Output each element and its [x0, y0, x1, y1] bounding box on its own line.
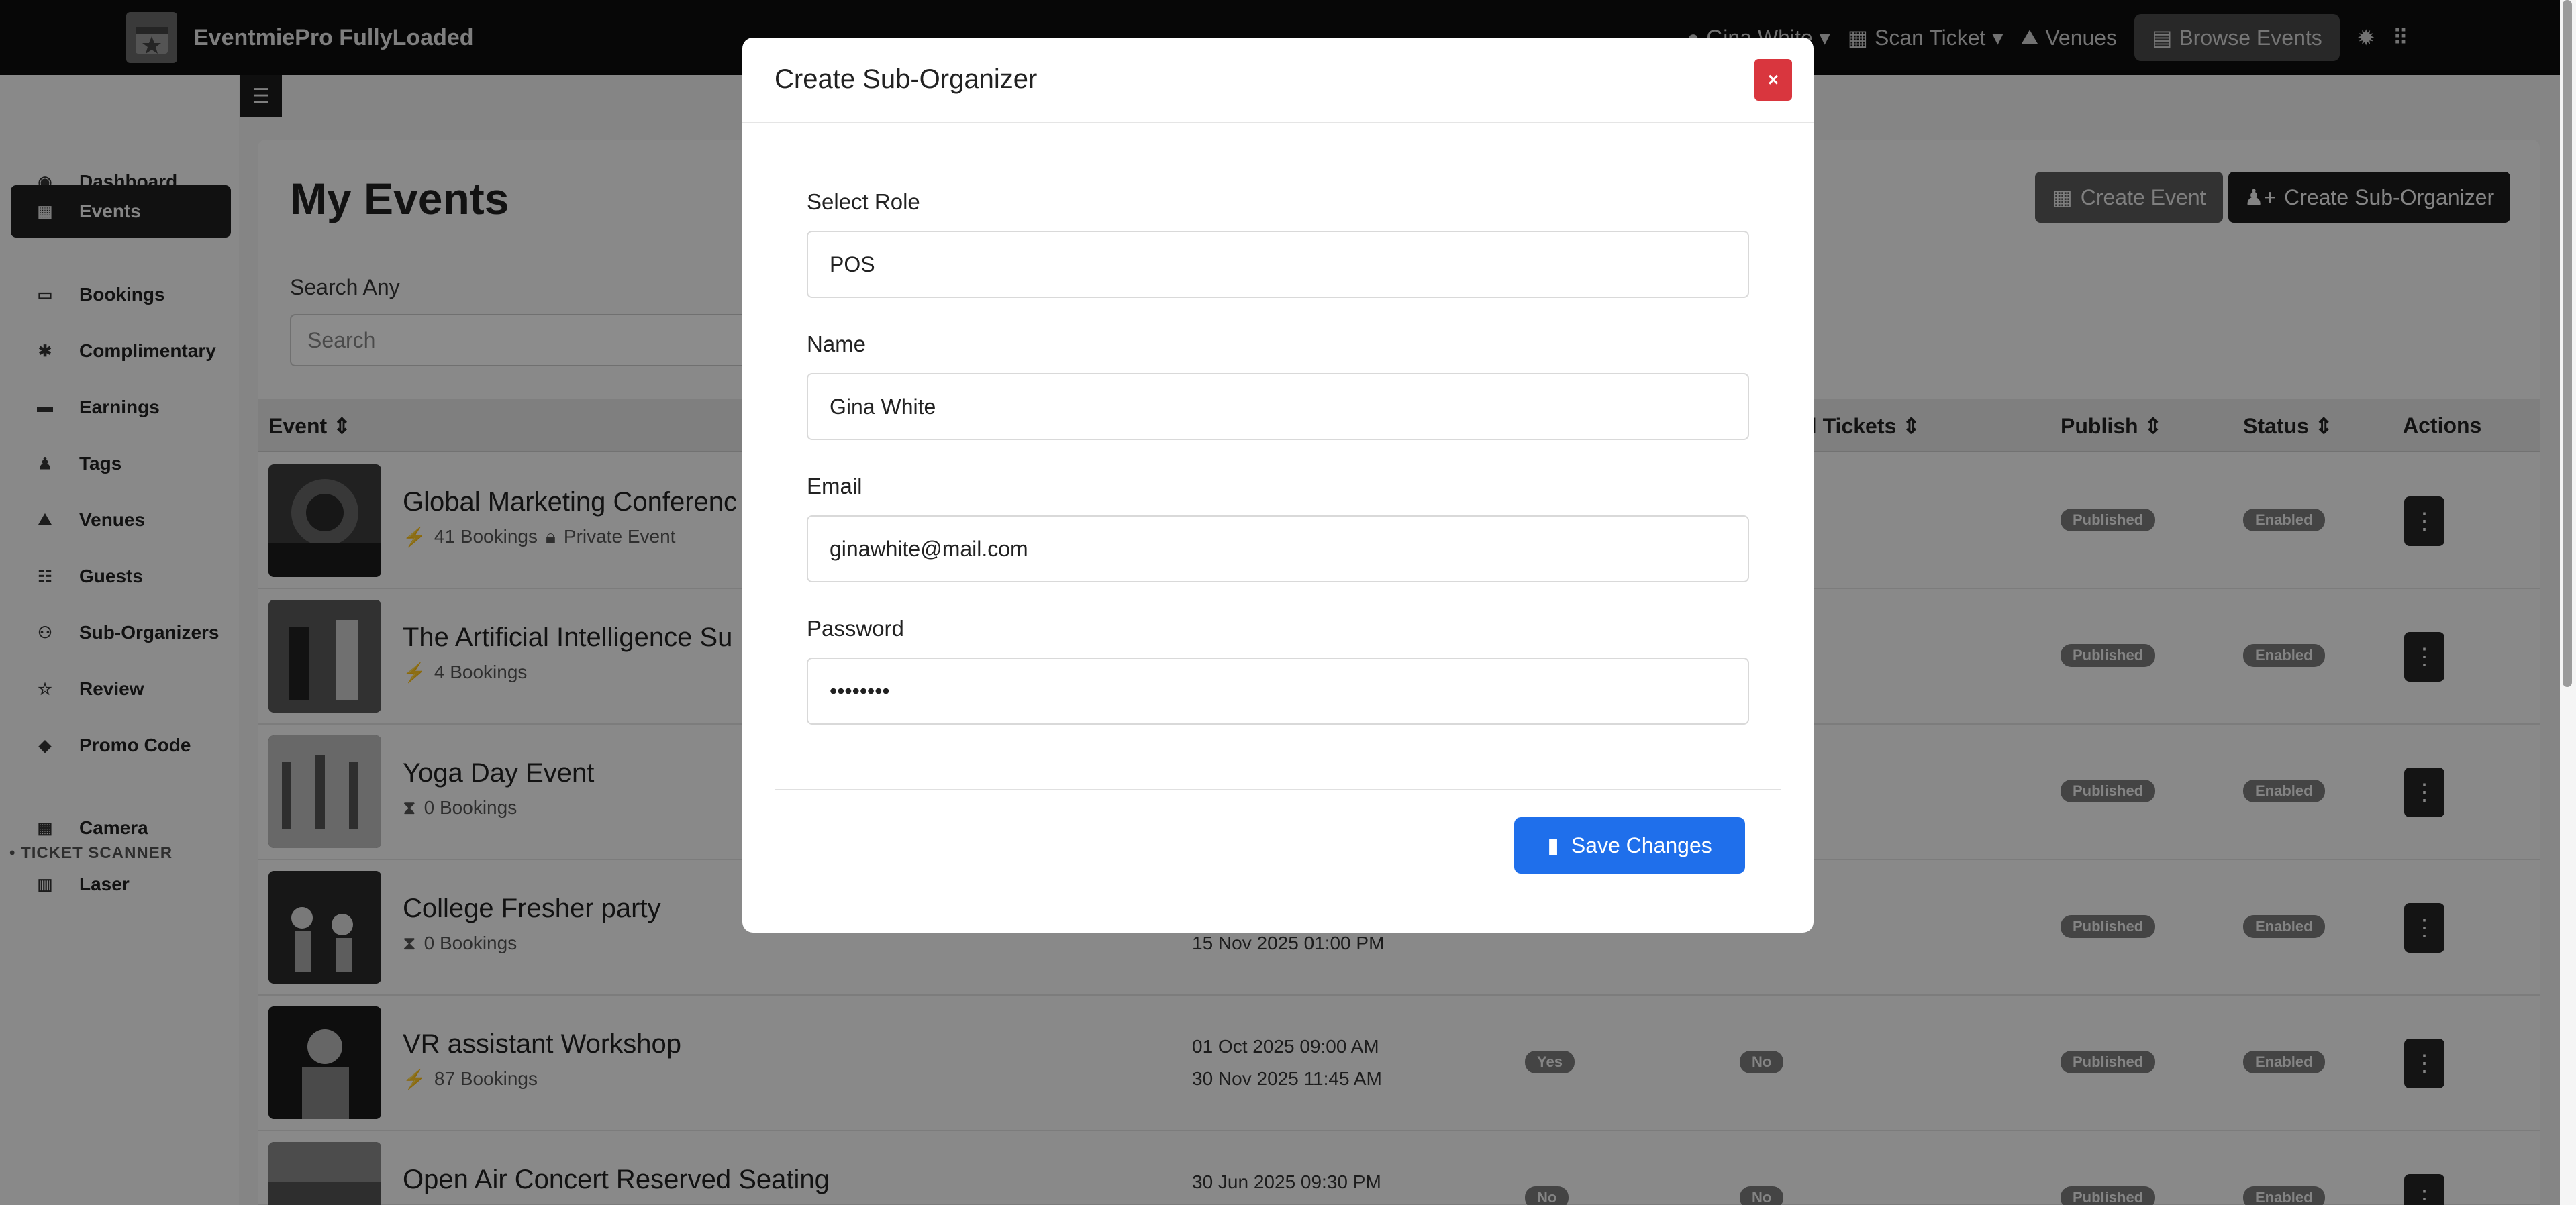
scrollbar-thumb[interactable] [2563, 0, 2572, 687]
sd-card-icon: ▮ [1547, 833, 1559, 857]
password-field[interactable]: •••••••• [807, 658, 1749, 725]
modal-divider [775, 789, 1781, 790]
name-field[interactable]: Gina White [807, 373, 1749, 440]
name-label: Name [807, 331, 866, 356]
modal-title: Create Sub-Organizer [775, 64, 1038, 94]
email-label: Email [807, 474, 862, 499]
close-button[interactable]: × [1754, 59, 1792, 101]
create-sub-organizer-modal: Create Sub-Organizer × Select Role POS N… [742, 38, 1814, 933]
password-label: Password [807, 616, 904, 641]
save-changes-button[interactable]: ▮ Save Changes [1514, 817, 1745, 874]
save-label: Save Changes [1571, 833, 1712, 857]
role-label: Select Role [807, 189, 920, 214]
modal-divider [742, 122, 1814, 123]
role-select[interactable]: POS [807, 231, 1749, 298]
email-field[interactable]: ginawhite@mail.com [807, 515, 1749, 582]
